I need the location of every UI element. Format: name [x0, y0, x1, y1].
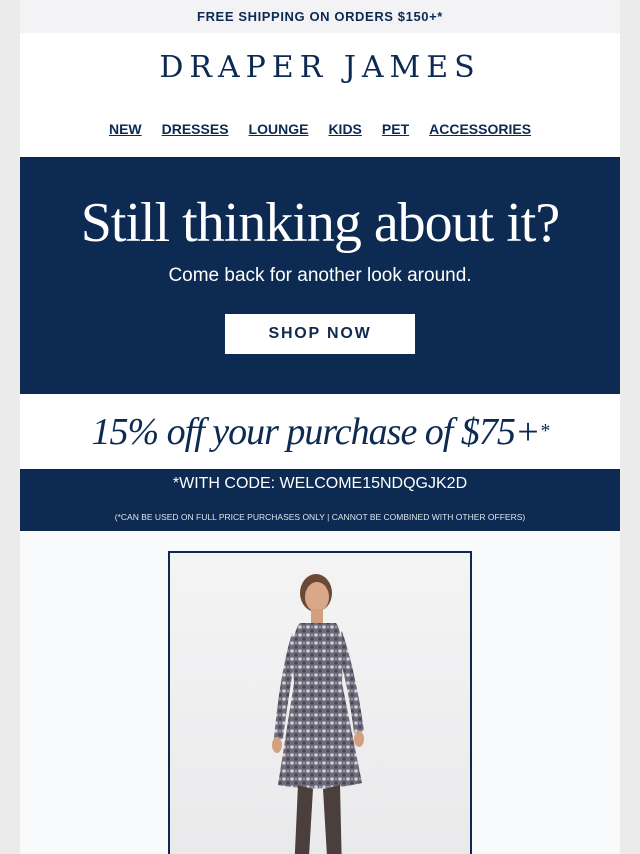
product-image[interactable]: [168, 551, 472, 854]
email-body: FREE SHIPPING ON ORDERS $150+* DRAPER JA…: [20, 0, 620, 854]
nav-item-accessories[interactable]: ACCESSORIES: [429, 121, 531, 137]
hero-subhead: Come back for another look around.: [168, 265, 472, 286]
nav-item-kids[interactable]: KIDS: [328, 121, 361, 137]
brand-logo[interactable]: DRAPER JAMES: [20, 33, 620, 101]
brand-logo-text: DRAPER JAMES: [159, 49, 481, 85]
hero-headline: Still thinking about it?: [80, 192, 560, 254]
nav-item-dresses[interactable]: DRESSES: [162, 121, 229, 137]
product-section: [20, 531, 620, 854]
main-nav: NEW DRESSES LOUNGE KIDS PET ACCESSORIES: [20, 101, 620, 157]
promo-offer-text: 15% off your purchase of $75+: [91, 410, 540, 453]
shipping-banner-text: FREE SHIPPING ON ORDERS $150+*: [197, 9, 443, 24]
shop-now-button[interactable]: SHOP NOW: [225, 314, 415, 354]
promo-code-band: *WITH CODE: WELCOME15NDQGJK2D (*CAN BE U…: [20, 469, 620, 531]
dress-model-photo: [170, 553, 470, 854]
nav-item-pet[interactable]: PET: [382, 121, 409, 137]
fine-print: (*CAN BE USED ON FULL PRICE PURCHASES ON…: [114, 512, 526, 522]
shipping-banner[interactable]: FREE SHIPPING ON ORDERS $150+*: [20, 0, 620, 33]
hero-banner: Still thinking about it? Come back for a…: [20, 157, 620, 394]
promo-code-text: *WITH CODE: WELCOME15NDQGJK2D: [172, 475, 468, 492]
nav-item-new[interactable]: NEW: [109, 121, 142, 137]
nav-item-lounge[interactable]: LOUNGE: [249, 121, 309, 137]
promo-asterisk: *: [539, 420, 550, 442]
promo-offer[interactable]: 15% off your purchase of $75+ *: [20, 394, 620, 469]
